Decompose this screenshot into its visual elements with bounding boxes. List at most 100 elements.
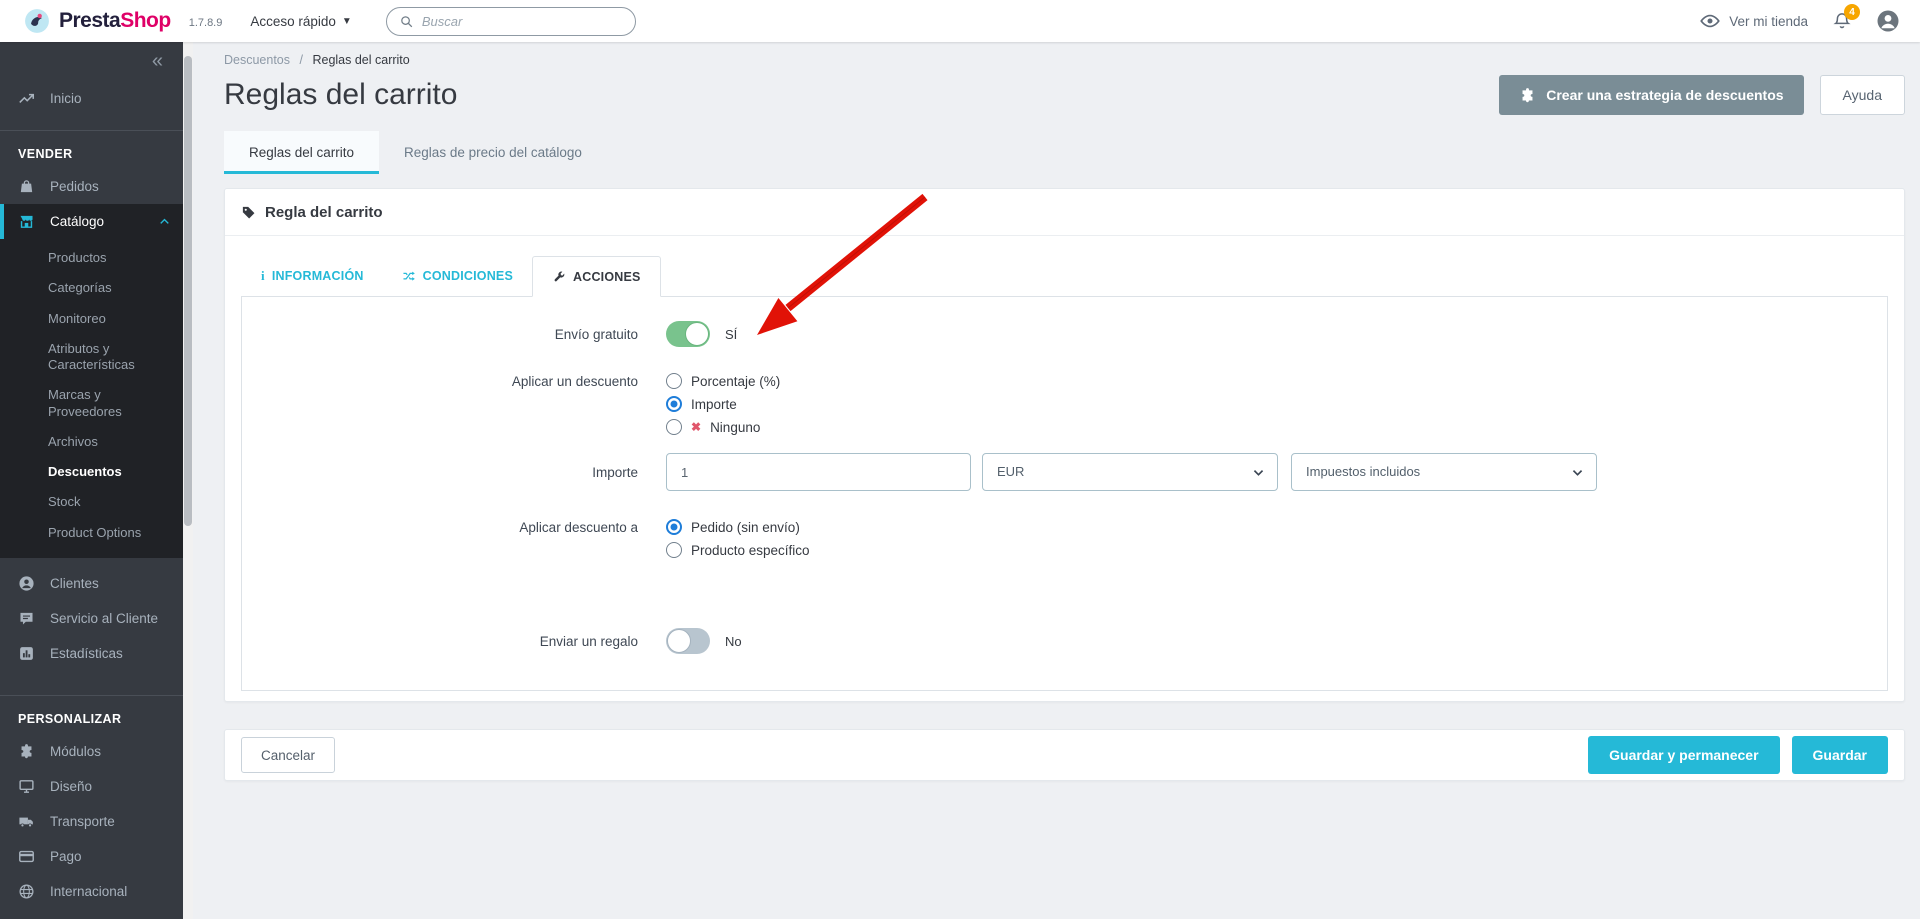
page-title: Reglas del carrito (224, 78, 458, 111)
submenu-item-productos[interactable]: Productos (0, 243, 183, 273)
tab-reglas-precio-catalogo[interactable]: Reglas de precio del catálogo (379, 131, 607, 174)
cancel-button[interactable]: Cancelar (241, 737, 336, 773)
truck-icon (19, 817, 33, 827)
submenu-item-descuentos[interactable]: Descuentos (0, 457, 183, 487)
view-shop-label: Ver mi tienda (1729, 13, 1808, 29)
submenu-item-stock[interactable]: Stock (0, 487, 183, 517)
sidebar-item-label: Clientes (50, 575, 99, 591)
discount-type-row: Aplicar un descuento Porcentaje (%) Impo… (242, 373, 1887, 435)
search-box[interactable] (385, 6, 636, 36)
free-shipping-row: Envío gratuito SÍ (242, 321, 1887, 347)
customer-icon (19, 576, 34, 591)
radio-option-ninguno[interactable]: ✖ Ninguno (666, 419, 780, 435)
chat-icon (20, 612, 33, 625)
form-actions-bar: Cancelar Guardar y permanecer Guardar (224, 729, 1905, 781)
sidebar-item-internacional[interactable]: Internacional (0, 874, 183, 909)
create-strategy-label: Crear una estrategia de descuentos (1546, 87, 1784, 103)
breadcrumb: Descuentos / Reglas del carrito (224, 53, 1905, 67)
sidebar-item-catalogo[interactable]: Catálogo (0, 204, 183, 239)
gift-row: Enviar un regalo No (242, 628, 1887, 654)
currency-select[interactable]: EUR (982, 453, 1278, 491)
sidebar-item-label: Catálogo (50, 214, 105, 229)
amount-row: Importe EUR Impuestos incluidos (242, 453, 1887, 491)
amount-input[interactable] (666, 453, 971, 491)
sidebar-item-inicio[interactable]: Inicio (0, 81, 183, 116)
create-strategy-button[interactable]: Crear una estrategia de descuentos (1499, 75, 1804, 115)
sidebar-item-diseno[interactable]: Diseño (0, 769, 183, 804)
tab-acciones[interactable]: ACCIONES (532, 256, 661, 297)
free-shipping-label: Envío gratuito (554, 326, 638, 342)
radio-unchecked[interactable] (666, 373, 682, 389)
search-input[interactable] (421, 13, 623, 29)
submenu-item-categorias[interactable]: Categorías (0, 273, 183, 303)
chevron-down-icon (1253, 470, 1264, 476)
radio-option-porcentaje[interactable]: Porcentaje (%) (666, 373, 780, 389)
discount-type-label: Aplicar un descuento (511, 374, 638, 389)
search-icon (401, 15, 413, 27)
top-header: PrestaShop 1.7.8.9 Acceso rápido ▼ Ver m… (0, 0, 1920, 42)
acciones-tab-content: Envío gratuito SÍ Aplicar un descuento P… (241, 296, 1888, 691)
radio-option-producto-especifico[interactable]: Producto específico (666, 542, 810, 558)
radio-label: Producto específico (691, 542, 810, 558)
tab-informacion[interactable]: i INFORMACIÓN (242, 256, 383, 296)
breadcrumb-parent[interactable]: Descuentos (224, 53, 290, 67)
sidebar-section-vender: VENDER (18, 147, 73, 161)
submenu-item-product-options[interactable]: Product Options (0, 518, 183, 548)
notifications-button[interactable]: 4 (1832, 4, 1860, 31)
submenu-item-monitoreo[interactable]: Monitoreo (0, 304, 183, 334)
radio-label: Ninguno (710, 419, 761, 435)
sidebar-item-pago[interactable]: Pago (0, 839, 183, 874)
submenu-item-marcas[interactable]: Marcas y Proveedores (0, 380, 183, 427)
sidebar-scrollbar-thumb[interactable] (184, 56, 192, 526)
free-shipping-toggle[interactable] (666, 321, 710, 347)
brand-name: PrestaShop (59, 9, 171, 32)
radio-unchecked[interactable] (666, 419, 682, 435)
breadcrumb-current: Reglas del carrito (312, 53, 410, 67)
sidebar-item-modulos[interactable]: Módulos (0, 734, 183, 769)
profile-avatar-icon[interactable] (1876, 9, 1900, 33)
tag-icon (242, 206, 255, 218)
currency-selected-value: EUR (997, 464, 1025, 479)
apply-to-row: Aplicar descuento a Pedido (sin envío) P… (242, 519, 1887, 558)
trending-up-icon (19, 93, 35, 103)
sidebar-collapse-button[interactable]: « (0, 42, 183, 75)
save-and-stay-button[interactable]: Guardar y permanecer (1588, 736, 1780, 774)
bar-chart-icon (20, 646, 33, 660)
x-mark-icon: ✖ (691, 420, 702, 434)
store-icon (20, 215, 33, 228)
gift-toggle[interactable] (666, 628, 710, 654)
help-button[interactable]: Ayuda (1819, 75, 1905, 115)
main-content: Descuentos / Reglas del carrito Reglas d… (193, 42, 1920, 919)
save-button[interactable]: Guardar (1791, 736, 1888, 774)
monitor-icon (19, 779, 34, 793)
sidebar-item-marketing[interactable]: Marketing (0, 909, 183, 919)
submenu-item-archivos[interactable]: Archivos (0, 427, 183, 457)
tab-reglas-del-carrito[interactable]: Reglas del carrito (224, 131, 380, 174)
radio-option-pedido[interactable]: Pedido (sin envío) (666, 519, 810, 535)
chevron-down-icon (1572, 470, 1583, 476)
sidebar-scrollbar[interactable] (183, 42, 193, 919)
tab-condiciones[interactable]: CONDICIONES (383, 256, 532, 296)
submenu-item-atributos[interactable]: Atributos y Características (0, 334, 170, 381)
radio-unchecked[interactable] (666, 542, 682, 558)
sidebar-item-servicio[interactable]: Servicio al Cliente (0, 601, 183, 636)
tax-select[interactable]: Impuestos incluidos (1291, 453, 1597, 491)
sidebar-item-label: Módulos (50, 743, 102, 759)
radio-option-importe[interactable]: Importe (666, 396, 780, 412)
radio-checked[interactable] (666, 396, 682, 412)
quick-access-dropdown[interactable]: Acceso rápido ▼ (250, 14, 351, 29)
breadcrumb-separator: / (299, 53, 303, 67)
sidebar-item-pedidos[interactable]: Pedidos (0, 169, 183, 204)
prestashop-logo[interactable]: PrestaShop 1.7.8.9 (24, 8, 222, 34)
radio-checked[interactable] (666, 519, 682, 535)
sidebar-item-clientes[interactable]: Clientes (0, 566, 183, 601)
gift-value: No (725, 633, 742, 649)
shopping-bag-icon (20, 180, 33, 193)
radio-label: Porcentaje (%) (691, 373, 781, 389)
sidebar-item-estadisticas[interactable]: Estadísticas (0, 636, 183, 671)
amount-label: Importe (592, 464, 638, 480)
main-tabs: Reglas del carrito Reglas de precio del … (224, 131, 1905, 174)
sidebar-item-transporte[interactable]: Transporte (0, 804, 183, 839)
quick-access-label: Acceso rápido (250, 13, 336, 29)
view-shop-link[interactable]: Ver mi tienda (1700, 11, 1808, 31)
